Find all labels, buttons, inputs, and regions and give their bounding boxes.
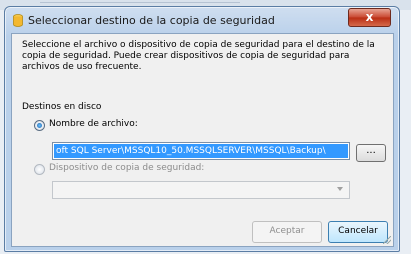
file-name-label: Nombre de archivo: — [49, 119, 138, 129]
disk-destinations-label: Destinos en disco — [22, 102, 102, 112]
window-title: Seleccionar destino de la copia de segur… — [28, 14, 275, 27]
browse-button[interactable]: ... — [356, 144, 386, 162]
close-icon: x — [365, 10, 374, 24]
file-name-radio[interactable] — [34, 120, 45, 131]
chevron-down-icon — [337, 187, 343, 191]
file-path-input[interactable]: oft SQL Server\MSSQL10_50.MSSQLSERVER\MS… — [52, 142, 350, 160]
file-path-value: oft SQL Server\MSSQL10_50.MSSQLSERVER\MS… — [54, 144, 348, 158]
description-text: Seleccione el archivo o dispositivo de c… — [22, 40, 375, 72]
backup-device-label: Dispositivo de copia de seguridad: — [49, 163, 205, 173]
resize-grip[interactable] — [383, 236, 391, 244]
backup-device-select[interactable] — [52, 181, 350, 199]
cancel-button[interactable]: Cancelar — [328, 221, 388, 243]
database-icon — [13, 14, 23, 27]
close-button[interactable]: x — [348, 8, 391, 27]
backup-destination-dialog: Seleccionar destino de la copia de segur… — [4, 6, 400, 252]
accept-button[interactable]: Aceptar — [252, 221, 322, 243]
backup-device-radio[interactable] — [34, 164, 45, 175]
dialog-body: Seleccione el archivo o dispositivo de c… — [11, 33, 394, 247]
title-bar[interactable]: Seleccionar destino de la copia de segur… — [5, 7, 399, 33]
